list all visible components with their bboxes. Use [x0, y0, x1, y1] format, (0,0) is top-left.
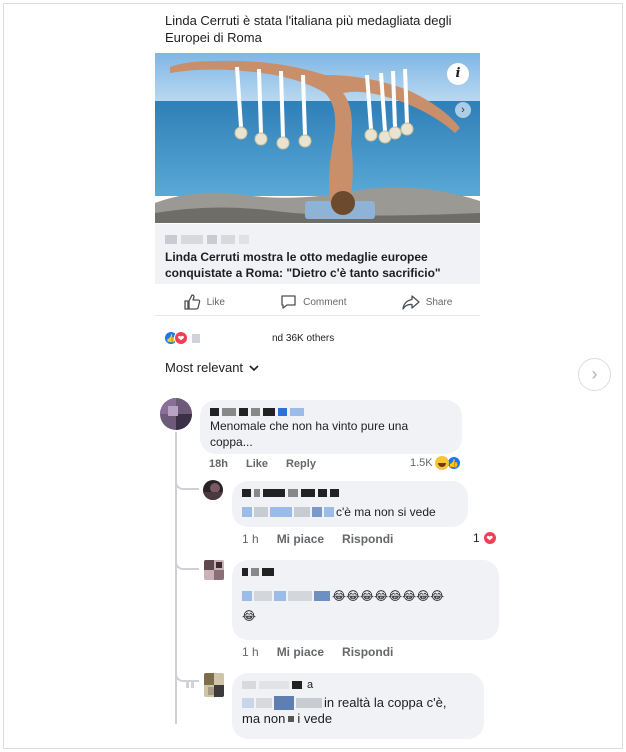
image-next-arrow-icon[interactable]: › — [455, 102, 471, 118]
like-label: Like — [206, 296, 225, 308]
reply-time: 1 h — [242, 645, 259, 659]
comment-bubble: Menomale che non ha vinto pure una coppa… — [200, 400, 462, 454]
reply-reply-link[interactable]: Rispondi — [342, 645, 393, 659]
reply-reply-link[interactable]: Rispondi — [342, 532, 393, 546]
comment-reaction-count: 1.5K — [410, 457, 433, 469]
comment-text: Menomale che non ha vinto pure una coppa… — [210, 419, 409, 449]
reply-text: in realtà la coppa c'è, — [324, 695, 447, 710]
reply-time: 1 h — [242, 532, 259, 546]
comment-reactions[interactable]: 1.5K 👍 — [410, 456, 461, 470]
faded-thread-marker — [186, 680, 194, 688]
comment-sort-dropdown[interactable]: Most relevant — [165, 360, 259, 375]
reply-author-redacted[interactable] — [242, 487, 458, 499]
comment-reply-link[interactable]: Reply — [286, 458, 316, 470]
comment-time: 18h — [209, 458, 228, 470]
link-headline: Linda Cerruti mostra le otto medaglie eu… — [165, 250, 441, 280]
avatar[interactable] — [160, 398, 192, 430]
comment-label: Comment — [303, 296, 347, 308]
share-arrow-icon — [402, 294, 420, 310]
comment-author-redacted[interactable] — [210, 406, 452, 418]
post-action-bar: Like Comment Share — [155, 289, 480, 316]
comment-like-link[interactable]: Like — [246, 458, 268, 470]
comment-bubble-icon — [280, 294, 297, 310]
reactor-names-fade — [202, 332, 272, 344]
reply-bubble: c'è ma non si vede — [232, 481, 468, 527]
reactions-summary-text: nd 36K others — [272, 332, 335, 344]
share-label: Share — [425, 296, 453, 308]
reply-author-redacted[interactable]: a — [242, 679, 474, 691]
info-button[interactable]: i — [447, 63, 469, 85]
like-button[interactable]: Like — [183, 294, 225, 310]
reply-reactions[interactable]: 1 ❤ — [473, 531, 497, 545]
avatar[interactable] — [204, 673, 224, 697]
reply-text-line2: 😂 — [242, 609, 257, 623]
reply-text: c'è ma non si vede — [336, 505, 436, 519]
reply-author-redacted[interactable] — [242, 566, 489, 578]
link-preview-card[interactable]: Linda Cerruti mostra le otto medaglie eu… — [155, 224, 480, 284]
sort-label: Most relevant — [165, 360, 244, 375]
reactions-summary[interactable]: 👍 ❤ nd 36K others — [164, 330, 334, 346]
reply-bubble: a in realtà la coppa c'è, ma non i vede — [232, 673, 484, 739]
reactor-names-redacted — [192, 333, 200, 343]
share-button[interactable]: Share — [402, 294, 453, 310]
reply-author-suffix: a — [307, 679, 314, 691]
carousel-next-arrow-icon[interactable]: › — [578, 358, 611, 391]
reply-text: 😂😂😂😂😂😂😂😂 — [332, 589, 445, 603]
post-title: Linda Cerruti è stata l'italiana più med… — [165, 13, 452, 45]
like-reaction-icon: 👍 — [446, 456, 461, 470]
link-source-redacted — [165, 233, 472, 245]
love-reaction-icon: ❤ — [482, 531, 497, 545]
thumbs-up-icon — [183, 294, 201, 310]
avatar[interactable] — [204, 560, 224, 580]
love-reaction-icon: ❤ — [174, 331, 188, 345]
reply-like-link[interactable]: Mi piace — [277, 645, 324, 659]
comment-meta: 18h Like Reply — [209, 458, 316, 470]
haha-reaction-icon — [434, 456, 449, 470]
reply-text-line3: i vede — [297, 711, 333, 726]
reply-connector — [175, 556, 199, 570]
reply-like-link[interactable]: Mi piace — [277, 532, 324, 546]
avatar[interactable] — [203, 480, 223, 500]
comment-button[interactable]: Comment — [280, 294, 347, 310]
reply-connector — [175, 476, 199, 490]
reply-text-line2: ma non — [242, 711, 286, 726]
reply-bubble: 😂😂😂😂😂😂😂😂 😂 — [232, 560, 499, 640]
reply-meta: 1 h Mi piace Rispondi — [242, 645, 393, 659]
chevron-down-icon — [249, 360, 259, 375]
reply-meta: 1 h Mi piace Rispondi — [242, 532, 393, 546]
post-photo[interactable] — [155, 53, 480, 223]
reply-reaction-count: 1 — [473, 531, 480, 545]
